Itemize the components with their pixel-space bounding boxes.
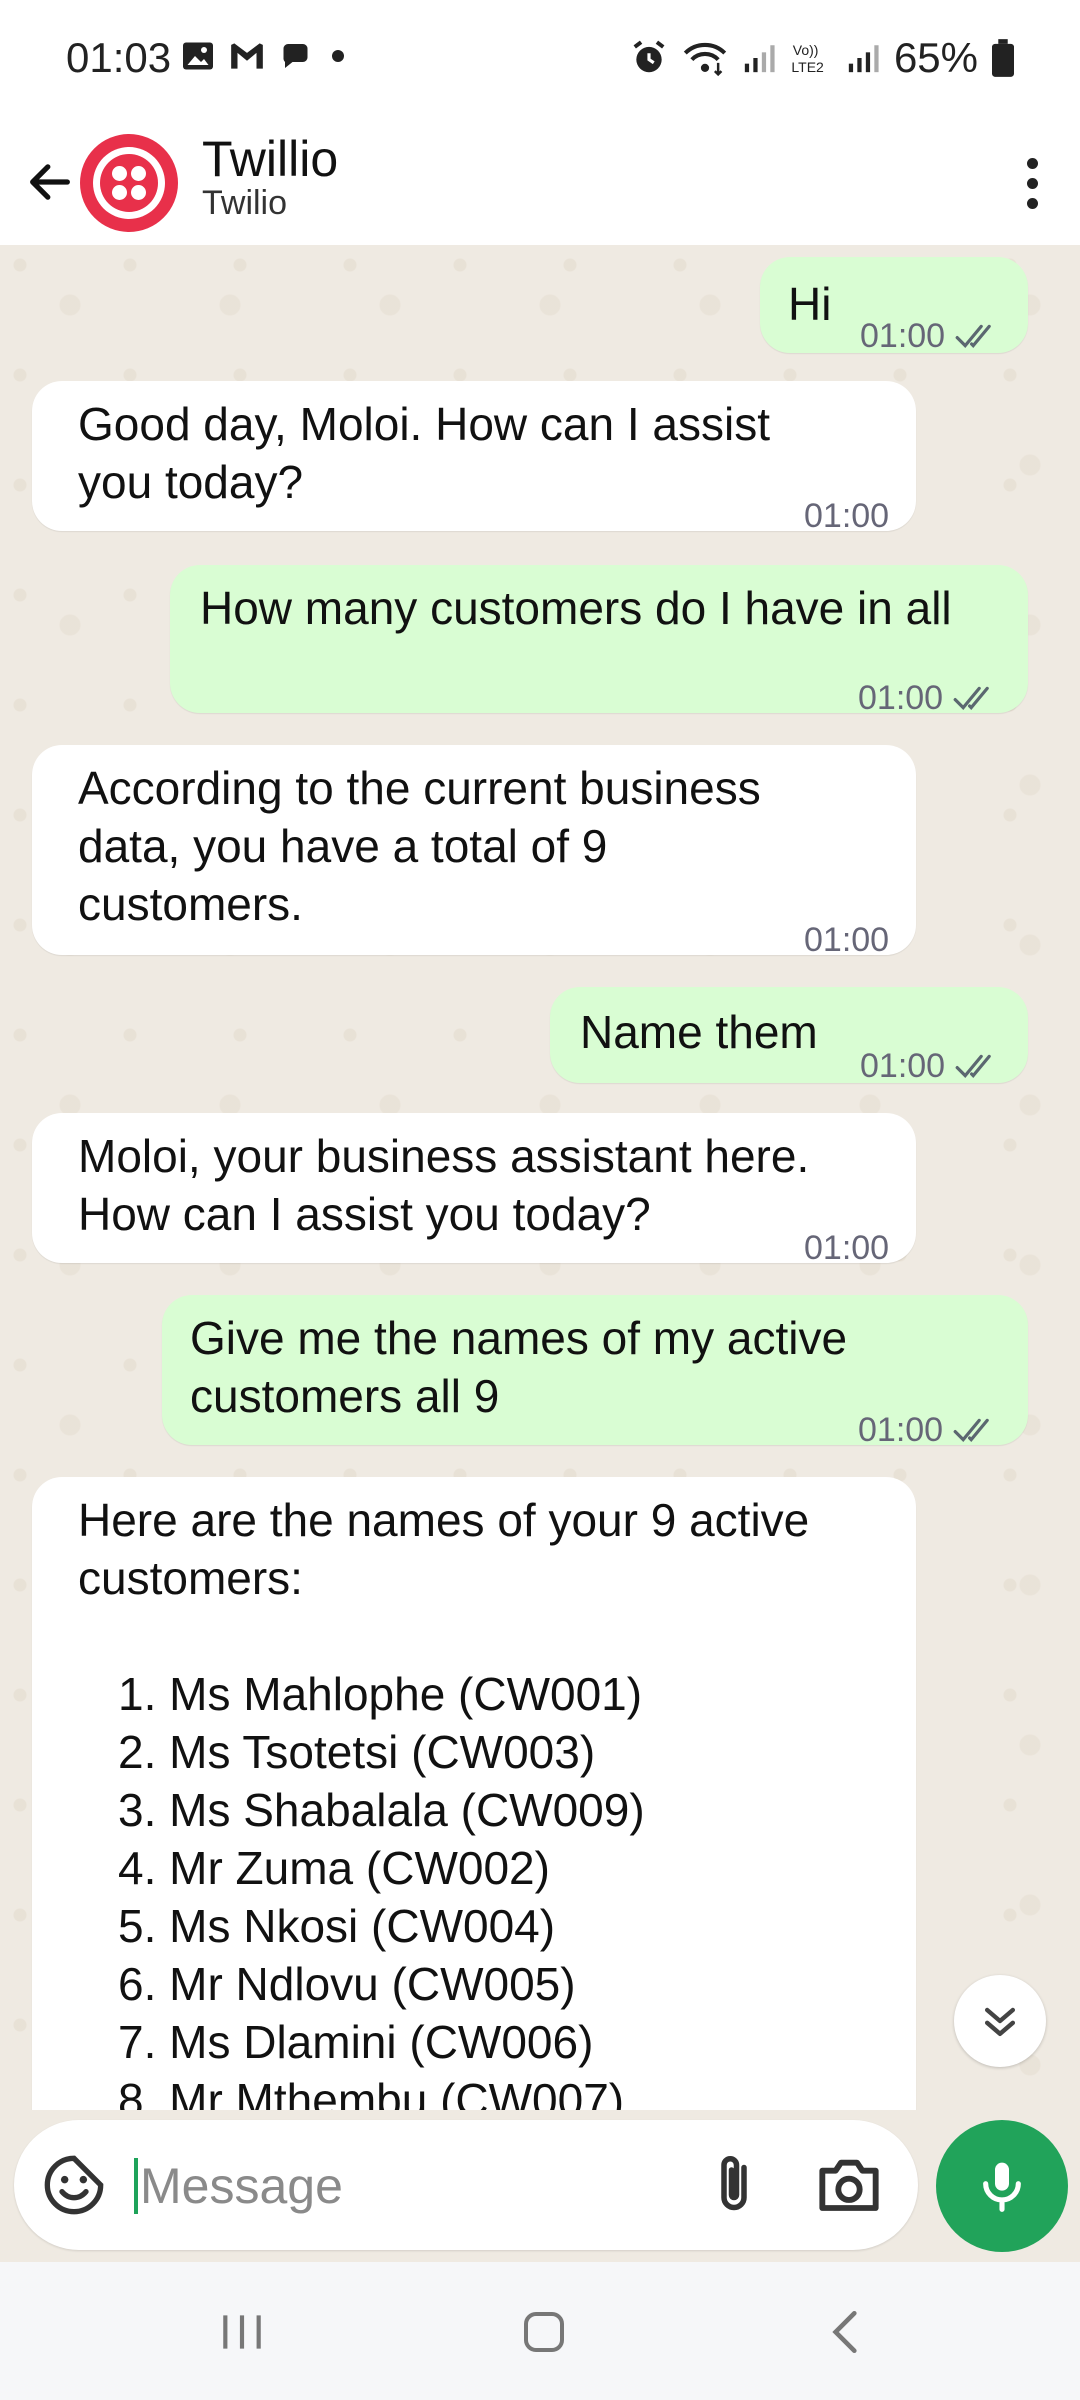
contact-subtitle[interactable]: Twilio — [202, 184, 287, 223]
message-time: 01:00 — [858, 1411, 944, 1449]
signal-icon — [744, 45, 775, 73]
signal-icon-2 — [848, 45, 879, 73]
back-button[interactable] — [18, 142, 82, 222]
message-meta: 01:00 — [804, 911, 889, 969]
message-incoming[interactable]: Here are the names of your 9 active cust… — [32, 1477, 916, 2110]
message-incoming[interactable]: Moloi, your business assistant here. How… — [32, 1113, 916, 1267]
system-icons: Vo)) LTE2 65% — [630, 34, 1014, 82]
twilio-logo-icon — [93, 147, 165, 219]
voice-message-button[interactable] — [936, 2120, 1068, 2252]
status-bar: 01:03 Vo)) LTE2 65% — [0, 0, 1080, 120]
microphone-icon — [983, 2162, 1021, 2212]
home-button[interactable] — [504, 2302, 584, 2362]
notification-icons — [180, 38, 348, 74]
paperclip-icon — [721, 2156, 747, 2211]
contact-name[interactable]: Twillio — [202, 130, 338, 188]
list-item: 4. Mr Zuma (CW002) — [118, 1842, 550, 1894]
volte-icon: Vo))LTE2 — [791, 42, 824, 75]
message-line: customers. — [78, 878, 303, 930]
svg-text:Vo)): Vo)) — [793, 42, 819, 58]
message-line: you today? — [78, 456, 304, 508]
list-item: 1. Ms Mahlophe (CW001) — [118, 1668, 643, 1720]
recent-apps-button[interactable] — [202, 2302, 282, 2362]
chat-icon — [283, 44, 308, 68]
list-item: 8. Mr Mthembu (CW007) — [118, 2074, 625, 2110]
svg-text:LTE2: LTE2 — [791, 59, 824, 75]
double-check-icon — [953, 686, 989, 710]
message-input[interactable]: Message — [140, 2157, 343, 2215]
scroll-to-bottom-button[interactable] — [954, 1975, 1046, 2067]
message-outgoing[interactable]: Hi 01:00 — [760, 257, 1028, 355]
message-text: Name them — [580, 1006, 818, 1058]
system-navigation-bar — [0, 2262, 1080, 2400]
message-time: 01:00 — [860, 1047, 946, 1085]
text-cursor — [134, 2158, 138, 2214]
double-check-icon — [955, 1054, 991, 1078]
message-meta: 01:00 — [858, 1401, 1001, 1459]
message-line: Give me the names of my active — [190, 1312, 848, 1364]
message-text: How many customers do I have in all — [200, 582, 952, 634]
arrow-left-icon — [30, 164, 70, 200]
message-time: 01:00 — [858, 679, 944, 717]
home-icon — [524, 2312, 564, 2352]
list-item: 5. Ms Nkosi (CW004) — [118, 1900, 556, 1952]
camera-button[interactable] — [814, 2152, 884, 2216]
message-line: Good day, Moloi. How can I assist — [78, 398, 770, 450]
message-time: 01:00 — [804, 497, 890, 535]
message-line: customers: — [78, 1552, 303, 1604]
more-options-button[interactable] — [1002, 138, 1062, 228]
message-time: 01:00 — [804, 921, 890, 959]
double-check-icon — [953, 1418, 989, 1442]
message-line: According to the current business — [78, 762, 761, 814]
message-meta: 01:00 — [860, 307, 1003, 365]
message-time: 01:00 — [860, 317, 946, 355]
sticker-icon — [44, 2155, 104, 2215]
message-meta: 01:00 — [860, 1037, 1003, 1095]
message-line: customers all 9 — [190, 1370, 500, 1422]
recents-icon — [223, 2315, 261, 2349]
message-incoming[interactable]: Good day, Moloi. How can I assist you to… — [32, 381, 916, 535]
wifi-icon — [683, 42, 727, 77]
image-icon — [183, 42, 213, 70]
message-line: Moloi, your business assistant here. — [78, 1130, 810, 1182]
message-composer: Message — [14, 2120, 918, 2250]
attach-button[interactable] — [704, 2150, 764, 2220]
list-item: 7. Ms Dlamini (CW006) — [118, 2016, 594, 2068]
chevron-left-icon — [832, 2310, 857, 2354]
message-meta: 01:00 — [804, 487, 889, 545]
message-line: Here are the names of your 9 active — [78, 1494, 810, 1546]
list-item: 3. Ms Shabalala (CW009) — [118, 1784, 645, 1836]
message-outgoing[interactable]: How many customers do I have in all 01:0… — [170, 565, 1028, 717]
avatar[interactable] — [80, 134, 178, 232]
double-check-icon — [955, 324, 991, 348]
message-line: data, you have a total of 9 — [78, 820, 608, 872]
gmail-icon — [231, 43, 263, 69]
message-outgoing[interactable]: Give me the names of my active customers… — [162, 1295, 1028, 1449]
chat-area[interactable]: Hi 01:00 Good day, Moloi. How can I assi… — [0, 245, 1080, 2110]
status-time: 01:03 — [66, 34, 172, 81]
dot-icon — [332, 50, 344, 62]
message-time: 01:00 — [804, 1229, 890, 1267]
message-line: How can I assist you today? — [78, 1188, 651, 1240]
list-item: 6. Mr Ndlovu (CW005) — [118, 1958, 576, 2010]
message-outgoing[interactable]: Name them 01:00 — [550, 987, 1028, 1085]
chat-header: Twillio Twilio — [0, 120, 1080, 245]
camera-icon — [819, 2159, 879, 2211]
battery-percent: 65% — [893, 34, 978, 81]
message-incoming[interactable]: According to the current business data, … — [32, 745, 916, 959]
double-chevron-down-icon — [984, 2007, 1016, 2037]
list-item: 2. Ms Tsotetsi (CW003) — [118, 1726, 596, 1778]
battery-icon — [992, 39, 1014, 77]
alarm-icon — [633, 40, 665, 73]
sticker-button[interactable] — [42, 2153, 106, 2217]
message-meta: 01:00 — [858, 669, 1001, 727]
message-meta: 01:00 — [804, 1219, 889, 1277]
system-back-button[interactable] — [806, 2302, 886, 2362]
message-text: Hi — [788, 278, 832, 330]
